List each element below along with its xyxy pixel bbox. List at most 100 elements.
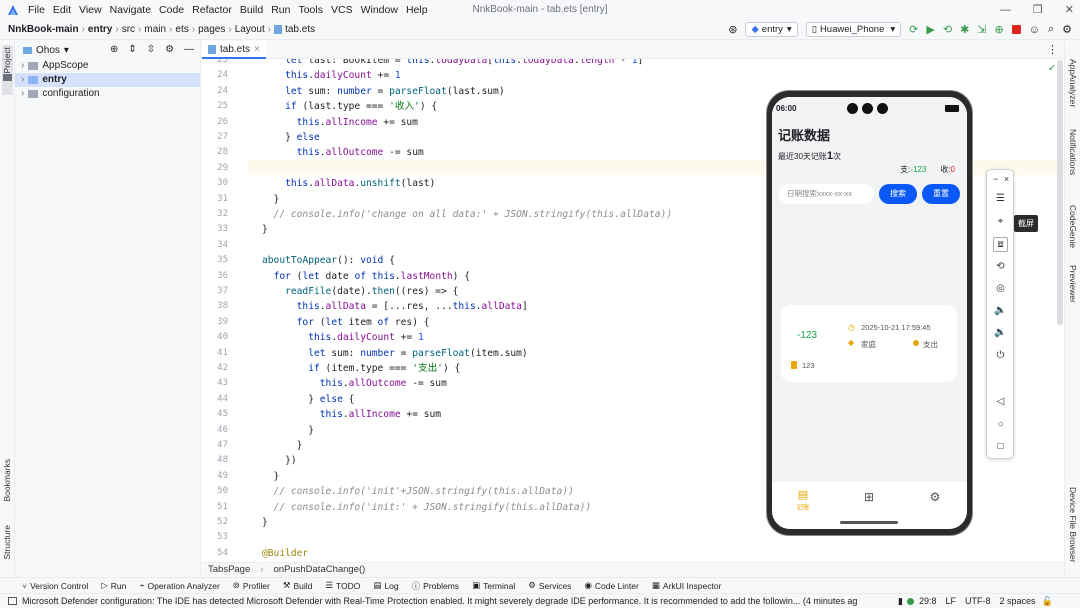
code-line[interactable] [262,161,285,176]
code-line[interactable]: // console.info('change on all data:' + … [262,207,673,222]
module-select[interactable]: ◆ entry ▾ [745,22,798,37]
crumb-file[interactable]: tab.ets [285,24,315,35]
crumb-pages[interactable]: pages [198,24,225,35]
codegenie-tool-button[interactable]: CodeGenie [1068,205,1078,248]
tool-operation-analyzer[interactable]: ⌁ Operation Analyzer [139,580,219,591]
expand-all-icon[interactable]: ⇕ [128,44,136,55]
code-line[interactable]: } [262,515,268,530]
device-select[interactable]: ▯ Huawei_Phone ▾ [805,22,902,37]
tool-log[interactable]: ▤ Log [373,580,398,591]
run-icon[interactable]: ▶ [926,23,934,36]
code-line[interactable]: this.allOutcome -= sum [262,376,447,391]
menu-navigate[interactable]: Navigate [106,0,155,20]
search-button[interactable]: 搜索 [879,184,917,204]
crumb-entry[interactable]: entry [88,24,112,35]
reload-icon[interactable]: ⟳ [909,23,918,36]
location-icon[interactable]: ◎ [993,281,1008,296]
crumb-main[interactable]: main [144,24,166,35]
code-line[interactable]: for (let item of res) { [262,315,430,330]
tab-add[interactable]: ⊞ [858,490,880,504]
collapse-all-icon[interactable]: ⇳ [147,44,155,55]
close-icon[interactable]: × [999,171,1014,186]
structure-tool-button[interactable]: Structure [2,525,12,560]
code-line[interactable]: } else { [262,392,354,407]
crumb-project[interactable]: NnkBook-main [8,24,79,35]
code-line[interactable]: this.dailyCount += 1 [262,68,401,83]
code-line[interactable]: let last: BookItem = this.todayData[this… [262,59,643,68]
code-line[interactable]: let sum: number = parseFloat(last.sum) [262,84,505,99]
tool-services[interactable]: ⚙ Services [528,580,571,591]
screenshot-icon[interactable]: ⧈ [993,237,1008,252]
menu-icon[interactable]: ☰ [993,191,1008,206]
rotate-icon[interactable]: ⟲ [993,259,1008,274]
home-icon[interactable]: ○ [993,417,1008,432]
editor-crumb-method[interactable]: onPushDataChange() [273,564,365,575]
code-line[interactable]: for (let date of this.lastMonth) { [262,269,470,284]
back-icon[interactable]: ◁ [993,394,1008,409]
phone-screen[interactable]: 06:00 记账数据 最近30天记账1次 支:-123 收:0 日期搜索xxxx… [772,97,967,529]
volume-down-icon[interactable]: 🔉 [993,325,1008,340]
menu-window[interactable]: Window [357,0,402,20]
file-encoding[interactable]: UTF-8 [965,596,991,606]
caret-position[interactable]: 29:8 [919,596,937,606]
code-line[interactable]: if (last.type === '收入') { [262,99,437,114]
code-line[interactable]: this.allIncome += sum [262,407,441,422]
tree-item-entry[interactable]: › entry [15,73,200,87]
record-card[interactable]: -123 ◷ 2025-10-21 17:59:45 ◆ 家庭 支出 123 [781,305,957,382]
crumb-layout[interactable]: Layout [235,24,265,35]
code-line[interactable]: let sum: number = parseFloat(item.sum) [262,346,528,361]
bookmarks-tool-button[interactable]: Bookmarks [2,459,12,502]
status-message[interactable]: Microsoft Defender configuration: The ID… [22,596,890,606]
close-icon[interactable]: × [254,44,260,55]
stop-icon[interactable] [1011,25,1021,34]
code-line[interactable]: } [262,423,314,438]
code-line[interactable]: aboutToAppear(): void { [262,253,395,268]
indent-setting[interactable]: 2 spaces [1000,596,1036,606]
code-line[interactable]: this.dailyCount += 1 [262,330,424,345]
notifications-tool-button[interactable]: Notifications [1068,129,1078,175]
editor-scrollbar[interactable] [1057,60,1063,325]
restore-icon[interactable]: ❐ [1033,0,1043,20]
user-icon[interactable]: ☺ [1029,24,1040,36]
attach-icon[interactable]: ⇲ [977,23,986,36]
tool-version-control[interactable]: ⑂ Version Control [22,581,88,591]
settings-icon[interactable]: ⚙ [1062,23,1072,36]
menu-refactor[interactable]: Refactor [188,0,236,20]
power-icon[interactable]: ⏻ [993,348,1008,363]
tool-code-linter[interactable]: ◉ Code Linter [584,580,638,591]
code-line[interactable]: @Builder [262,546,308,561]
tab-tab-ets[interactable]: tab.ets × [202,41,266,59]
project-view-select[interactable]: Ohos [36,45,60,56]
project-tool-button[interactable]: Project [2,47,12,73]
code-line[interactable]: if (item.type === '支出') { [262,361,460,376]
settings-icon[interactable]: ⚙ [165,44,174,55]
menu-view[interactable]: View [75,0,106,20]
menu-edit[interactable]: Edit [49,0,75,20]
debug-icon[interactable]: ✱ [960,23,969,36]
code-line[interactable]: readFile(date).then((res) => { [262,284,458,299]
code-line[interactable]: } [262,438,303,453]
code-line[interactable]: this.allData.unshift(last) [262,176,435,191]
code-line[interactable]: // console.info('init:' + JSON.stringify… [262,500,592,515]
editor-crumb-tabs-page[interactable]: TabsPage [208,564,250,575]
tree-item-appscope[interactable]: › AppScope [21,59,200,73]
volume-up-icon[interactable]: 🔈 [993,303,1008,318]
code-line[interactable]: } [262,222,268,237]
menu-file[interactable]: File [24,0,49,20]
more-icon[interactable]: ⋮ [1047,43,1058,56]
code-line[interactable]: }) [262,453,297,468]
close-icon[interactable]: ✕ [1065,0,1074,20]
code-line[interactable]: this.allData = [...res, ...this.allData] [262,299,528,314]
cursor-icon[interactable]: ⌖ [993,214,1008,229]
tree-item-configuration[interactable]: › configuration [21,87,200,101]
tool-build[interactable]: ⚒ Build [283,580,313,591]
reset-button[interactable]: 重置 [922,184,960,204]
apply-changes-icon[interactable]: ⟲ [943,23,952,36]
code-line[interactable]: this.allOutcome -= sum [262,145,424,160]
tool-run[interactable]: ▷ Run [101,580,126,591]
menu-vcs[interactable]: VCS [327,0,357,20]
crumb-ets[interactable]: ets [175,24,188,35]
profile-icon[interactable]: ⊕ [995,23,1004,36]
device-file-browser-tool-button[interactable]: Device File Browser [1068,487,1078,563]
minimize-icon[interactable]: — [1000,0,1011,20]
